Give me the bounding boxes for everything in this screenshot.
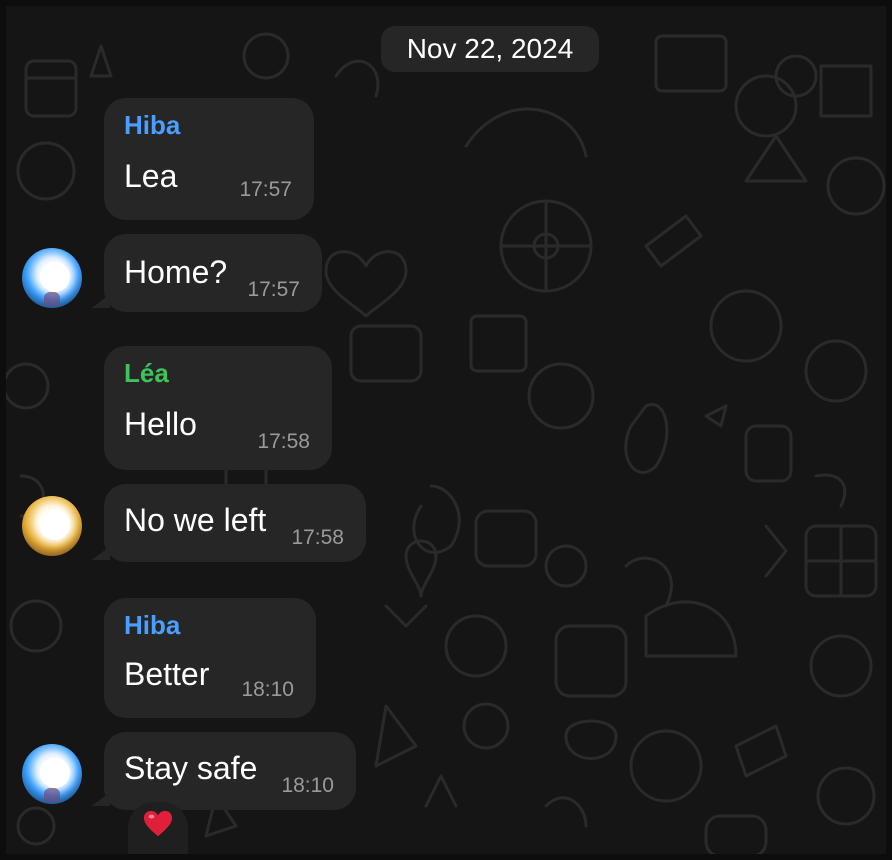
- message-bubble[interactable]: Hiba Better 18:10: [104, 598, 316, 718]
- message-bubble[interactable]: Home? 17:57: [104, 234, 322, 312]
- message-time: 18:10: [241, 678, 294, 701]
- avatar-hiba[interactable]: [22, 744, 82, 804]
- message-text: Better: [124, 656, 210, 692]
- message-bubble[interactable]: Hiba Lea 17:57: [104, 98, 314, 220]
- sender-name[interactable]: Hiba: [124, 610, 180, 641]
- message-bubble[interactable]: Stay safe 18:10: [104, 732, 356, 810]
- chat-area[interactable]: Nov 22, 2024 Hiba Lea 17:57 Home? 17:57 …: [6, 6, 886, 854]
- red-heart-icon: [143, 810, 173, 837]
- message-text: Home?: [124, 254, 228, 290]
- avatar-glow: [40, 510, 70, 540]
- sender-name[interactable]: Hiba: [124, 110, 180, 141]
- reaction-badge[interactable]: [128, 802, 188, 854]
- message-bubble[interactable]: Léa Hello 17:58: [104, 346, 332, 470]
- message-time: 18:10: [281, 774, 334, 797]
- message-text: Hello: [124, 406, 197, 442]
- message-text: Stay safe: [124, 750, 258, 786]
- message-time: 17:57: [247, 278, 300, 301]
- avatar-glow: [40, 262, 70, 292]
- message-time: 17:58: [291, 526, 344, 549]
- message-time: 17:58: [257, 430, 310, 453]
- message-time: 17:57: [239, 178, 292, 201]
- avatar-lea[interactable]: [22, 496, 82, 556]
- message-text: Lea: [124, 158, 178, 194]
- avatar-hiba[interactable]: [22, 248, 82, 308]
- avatar-figure: [44, 292, 60, 306]
- message-text: No we left: [124, 502, 267, 538]
- avatar-glow: [40, 758, 70, 788]
- avatar-figure: [44, 788, 60, 802]
- date-header: Nov 22, 2024: [381, 26, 599, 72]
- message-bubble[interactable]: No we left 17:58: [104, 484, 366, 562]
- sender-name[interactable]: Léa: [124, 358, 169, 389]
